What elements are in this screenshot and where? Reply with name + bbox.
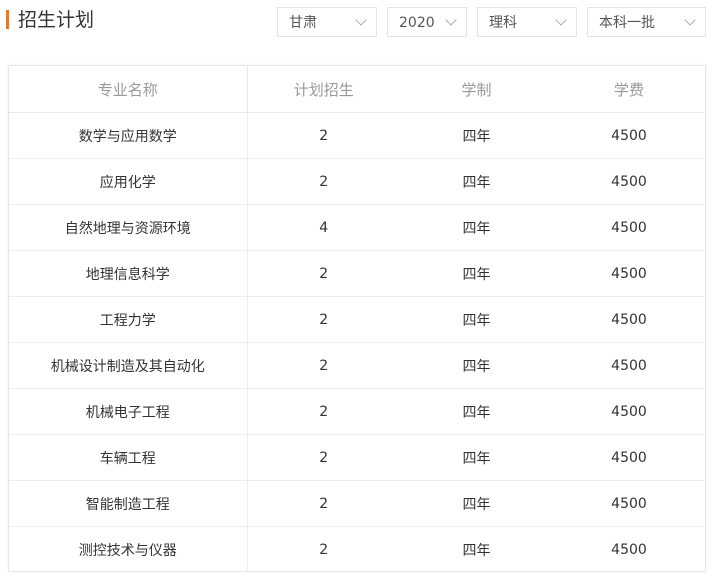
plan-cell: 2 (247, 250, 400, 297)
duration-cell: 四年 (400, 204, 553, 251)
chevron-down-icon (445, 14, 457, 26)
duration-cell: 四年 (462, 542, 491, 559)
table-row: 机械设计制造及其自动化 2 四年 4500 (9, 342, 705, 389)
duration-cell: 四年 (400, 158, 553, 205)
major-cell: 机械电子工程 (9, 388, 248, 435)
year-select[interactable]: 2020 (387, 7, 467, 37)
plan-cell: 2 (247, 158, 400, 205)
plan-cell: 4 (247, 204, 400, 251)
duration-cell: 四年 (400, 112, 553, 159)
duration-cell: 四年 (400, 388, 553, 435)
enrollment-table-card: 专业名称 计划招生 学制 学费 数学与应用数学 2 四年 4500 应用化学 2… (8, 65, 706, 572)
subject-select[interactable]: 理科 (477, 7, 577, 37)
tuition-cell: 4500 (553, 112, 705, 159)
table-row: 智能制造工程 2 四年 4500 (9, 480, 705, 527)
tuition-cell: 4500 (553, 296, 705, 343)
tuition-cell: 4500 (553, 204, 705, 251)
plan-cell: 2 (247, 342, 400, 389)
plan-cell: 2 (319, 541, 329, 558)
chevron-down-icon (355, 14, 367, 26)
title-accent-bar (6, 10, 9, 29)
table-row: 自然地理与资源环境 4 四年 4500 (9, 204, 705, 251)
plan-cell: 2 (247, 434, 400, 481)
plan-cell: 2 (247, 480, 400, 527)
major-cell: 地理信息科学 (9, 250, 248, 297)
tuition-cell: 4500 (553, 158, 705, 205)
plan-cell: 2 (247, 296, 400, 343)
tuition-cell: 4500 (553, 388, 705, 435)
major-cell: 自然地理与资源环境 (9, 204, 248, 251)
duration-cell: 四年 (400, 296, 553, 343)
chevron-down-icon (555, 14, 567, 26)
table-row: 测控技术与仪器 2 四年 4500 (9, 526, 705, 572)
major-cell: 数学与应用数学 (9, 112, 248, 159)
province-select[interactable]: 甘肃 (277, 7, 377, 37)
tuition-cell: 4500 (553, 480, 705, 527)
tuition-cell: 4500 (553, 342, 705, 389)
table-row: 应用化学 2 四年 4500 (9, 158, 705, 205)
tuition-cell: 4500 (553, 434, 705, 481)
table-row: 地理信息科学 2 四年 4500 (9, 250, 705, 297)
tuition-cell: 4500 (611, 541, 647, 558)
year-select-value: 2020 (399, 15, 435, 31)
plan-cell: 2 (247, 388, 400, 435)
column-header-plan: 计划招生 (247, 66, 400, 113)
major-cell: 机械设计制造及其自动化 (9, 342, 248, 389)
column-header-major: 专业名称 (9, 66, 248, 113)
table-row: 数学与应用数学 2 四年 4500 (9, 112, 705, 159)
duration-cell: 四年 (400, 480, 553, 527)
major-cell: 车辆工程 (9, 434, 248, 481)
batch-select[interactable]: 本科一批 (587, 7, 706, 37)
subject-select-value: 理科 (489, 15, 517, 31)
table-row: 车辆工程 2 四年 4500 (9, 434, 705, 481)
table-header-row: 专业名称 计划招生 学制 学费 (9, 66, 705, 113)
province-select-value: 甘肃 (289, 15, 317, 31)
enrollment-plan-page: 招生计划 甘肃 2020 理科 本科一批 专业名称 计划招生 学制 学费 数学与… (0, 0, 714, 578)
column-header-tuition: 学费 (553, 66, 705, 113)
batch-select-value: 本科一批 (599, 15, 655, 31)
chevron-down-icon (684, 14, 696, 26)
enrollment-table: 专业名称 计划招生 学制 学费 数学与应用数学 2 四年 4500 应用化学 2… (9, 66, 705, 572)
major-cell: 应用化学 (9, 158, 248, 205)
duration-cell: 四年 (400, 434, 553, 481)
table-row: 工程力学 2 四年 4500 (9, 296, 705, 343)
tuition-cell: 4500 (553, 250, 705, 297)
column-header-duration: 学制 (400, 66, 553, 113)
duration-cell: 四年 (400, 342, 553, 389)
major-cell: 工程力学 (9, 296, 248, 343)
major-cell: 智能制造工程 (9, 480, 248, 527)
page-title: 招生计划 (18, 9, 95, 31)
major-cell: 测控技术与仪器 (9, 526, 248, 572)
duration-cell: 四年 (400, 250, 553, 297)
plan-cell: 2 (247, 112, 400, 159)
table-row: 机械电子工程 2 四年 4500 (9, 388, 705, 435)
